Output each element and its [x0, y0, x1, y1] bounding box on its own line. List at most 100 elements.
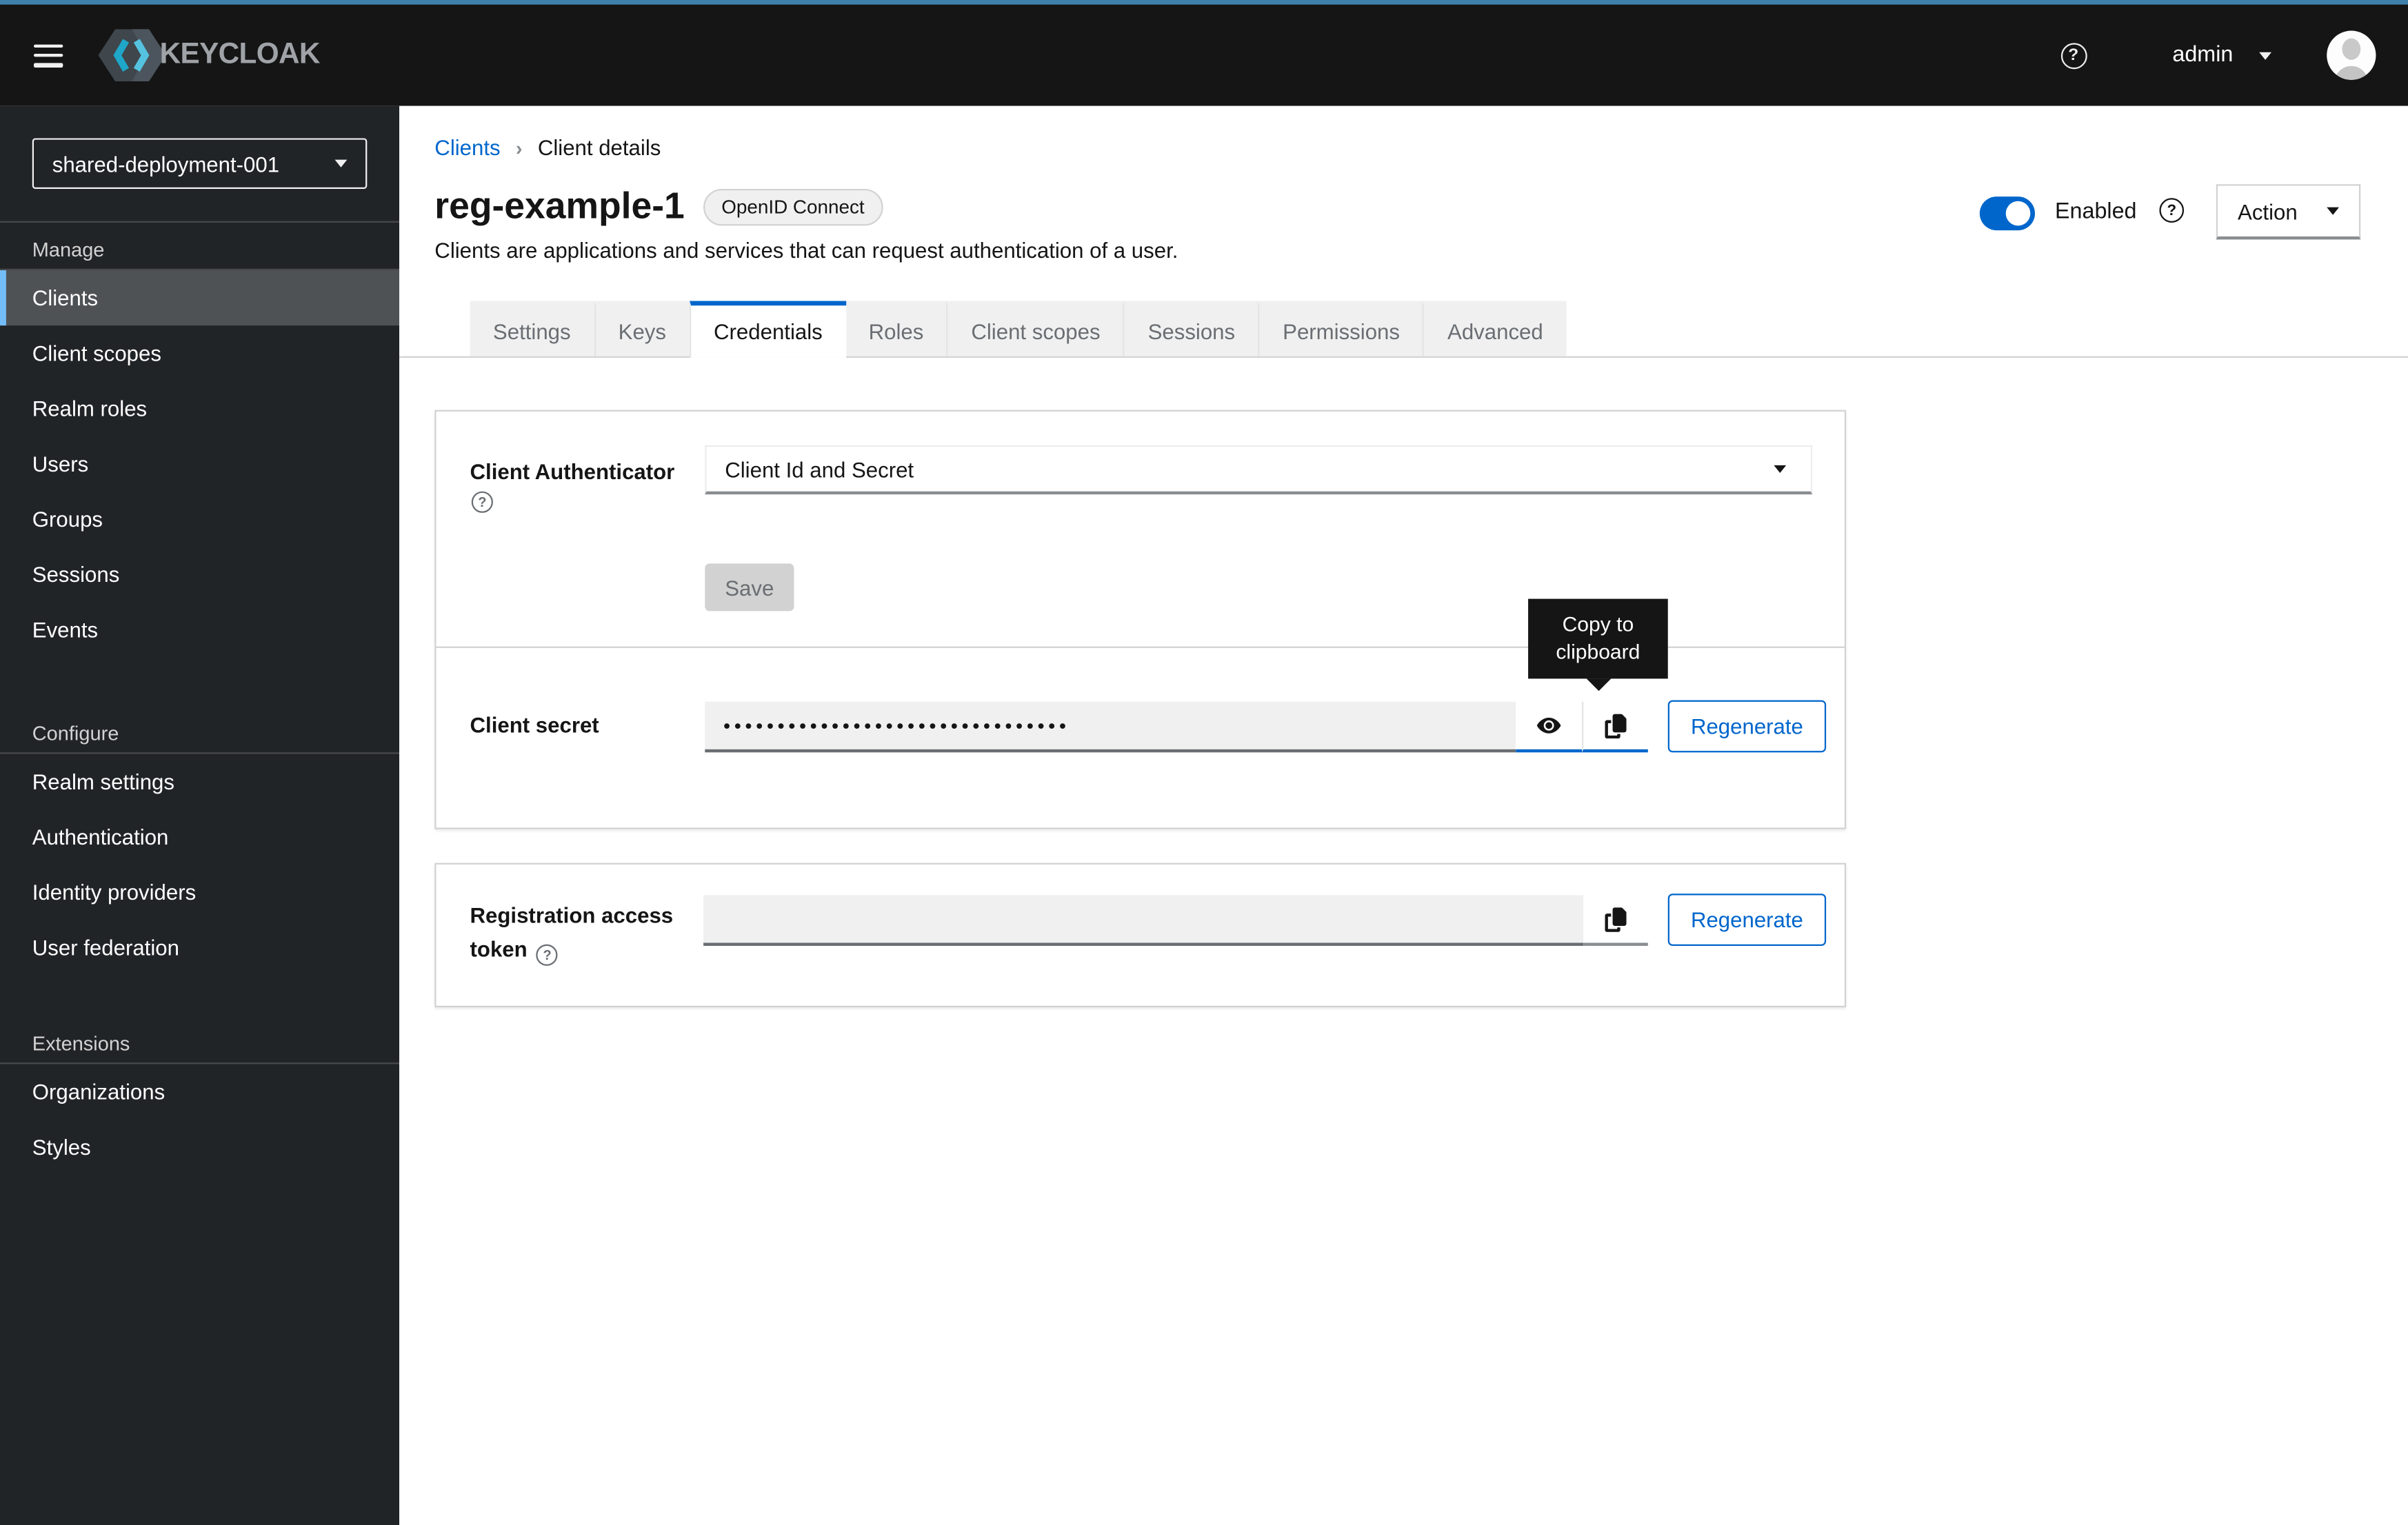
tab-label: Keys [619, 319, 666, 343]
chevron-down-icon [2259, 52, 2271, 59]
tab[interactable]: Roles [845, 301, 947, 356]
nav-list-configure: Realm settings Authentication Identity pro… [0, 754, 399, 976]
avatar-head [2342, 39, 2360, 60]
selected-option: Client Id and Secret [725, 457, 914, 482]
realm-switcher[interactable]: shared-deployment-001 [32, 138, 368, 188]
sidebar-nav-item[interactable]: Client scopes [0, 325, 399, 381]
help-icon[interactable]: ? [2060, 42, 2087, 68]
nav-item-label: Client scopes [32, 341, 161, 365]
main-content: Clients › Client details reg-example-1 O… [399, 106, 2408, 1525]
registration-token-input[interactable] [703, 895, 1583, 945]
nav-section-manage: Manage Clients Client scopes Realm roles Us… [0, 223, 399, 657]
nav-item-label: Users [32, 452, 88, 476]
registration-token-card: Registration access token? Regenerate [434, 863, 1846, 1007]
client-secret-label: Client secret [470, 712, 599, 737]
tab[interactable]: Permissions [1258, 301, 1423, 356]
breadcrumb: Clients › Client details [434, 135, 661, 160]
tab-label: Roles [869, 319, 924, 343]
copy-icon [1605, 714, 1626, 738]
tab-label: Advanced [1447, 319, 1543, 343]
tab[interactable]: Sessions [1123, 301, 1258, 356]
sidebar-nav-item[interactable]: Events [0, 602, 399, 657]
sidebar-nav-item[interactable]: Styles [0, 1120, 399, 1175]
help-icon[interactable]: ? [2159, 198, 2184, 223]
sidebar: shared-deployment-001 Manage ClientsClie… [0, 106, 399, 1525]
nav-item-label: Styles [32, 1135, 91, 1160]
show-secret-button[interactable] [1516, 702, 1582, 752]
sidebar-nav-item[interactable]: Realm roles [0, 381, 399, 436]
nav-item-label: User federation [32, 935, 179, 960]
avatar-body [2334, 66, 2368, 80]
tab[interactable]: Client scopes [947, 301, 1123, 356]
nav-list-manage: Clients Client scopes Realm roles Users Grou… [0, 270, 399, 657]
nav-item-label: Authentication [32, 825, 169, 849]
tab[interactable]: Credentials [689, 301, 845, 358]
help-icon[interactable]: ? [536, 945, 558, 966]
regenerate-token-button[interactable]: Regenerate [1668, 893, 1826, 946]
client-secret-input-group: •••••••••••••••••••••••••••••••• [705, 702, 1648, 752]
nav-section-configure: Configure Realm settingsAuthenticationId… [0, 707, 399, 976]
tab-label: Permissions [1283, 319, 1400, 343]
tab[interactable]: Advanced [1423, 301, 1566, 356]
registration-token-label-text: Registration access token [470, 903, 674, 962]
tab[interactable]: Keys [594, 301, 689, 356]
breadcrumb-current: Client details [538, 135, 661, 160]
sidebar-nav-item[interactable]: Realm settings [0, 754, 399, 809]
copy-icon [1605, 907, 1626, 931]
nav-item-label: Identity providers [32, 880, 196, 905]
avatar[interactable] [2327, 31, 2376, 80]
breadcrumb-clients-link[interactable]: Clients [434, 135, 500, 160]
eye-icon [1536, 712, 1562, 738]
tab-bar: Settings Keys Credentials Roles Client scope… [399, 301, 2408, 358]
page-description: Clients are applications and services th… [434, 238, 1178, 263]
page-title: reg-example-1 [434, 185, 684, 228]
save-button[interactable]: Save [705, 563, 794, 611]
nav-item-label: Events [32, 617, 98, 642]
realm-name: shared-deployment-001 [52, 151, 279, 176]
nav-section-title: Extensions [0, 1016, 399, 1062]
chevron-down-icon [2327, 208, 2339, 215]
page-header: reg-example-1 OpenID Connect [434, 185, 883, 228]
enabled-label: Enabled [2055, 200, 2137, 225]
user-menu[interactable]: admin [2172, 43, 2271, 68]
registration-token-label: Registration access token? [470, 898, 704, 966]
copy-to-clipboard-tooltip: Copy to clipboard [1528, 599, 1668, 679]
client-secret-input[interactable]: •••••••••••••••••••••••••••••••• [705, 702, 1516, 752]
tab-label: Settings [493, 319, 571, 343]
sidebar-nav-item[interactable]: Authentication [0, 809, 399, 865]
nav-item-label: Realm roles [32, 396, 147, 421]
sidebar-nav-item[interactable]: Users [0, 436, 399, 492]
nav-item-label: Organizations [32, 1080, 165, 1104]
nav-item-label: Sessions [32, 562, 120, 587]
client-authenticator-select[interactable]: Client Id and Secret [705, 445, 1812, 494]
sidebar-nav-item[interactable]: Organizations [0, 1064, 399, 1119]
copy-token-button[interactable] [1583, 895, 1648, 945]
tab-label: Sessions [1148, 319, 1236, 343]
tab[interactable]: Settings [470, 301, 594, 356]
sidebar-nav-item[interactable]: User federation [0, 920, 399, 975]
help-icon[interactable]: ? [472, 492, 493, 513]
sidebar-nav-item[interactable]: Identity providers [0, 865, 399, 920]
keycloak-logo: KEYCLOAK [99, 26, 320, 85]
toggle-knob [2006, 201, 2031, 226]
nav-list-extensions: Organizations Styles [0, 1064, 399, 1174]
protocol-badge: OpenID Connect [703, 189, 883, 225]
copy-secret-button[interactable] [1582, 702, 1648, 752]
masthead-toolbar: ? admin [2060, 31, 2408, 80]
sidebar-nav-item[interactable]: Groups [0, 492, 399, 547]
action-dropdown[interactable]: Action [2216, 184, 2360, 239]
chevron-down-icon [1774, 465, 1786, 473]
nav-toggle-icon[interactable] [34, 43, 65, 66]
action-dropdown-label: Action [2238, 199, 2298, 223]
regenerate-secret-button[interactable]: Regenerate [1668, 700, 1826, 753]
nav-item-label: Groups [32, 507, 103, 532]
sidebar-nav-item[interactable]: Clients [0, 270, 399, 325]
nav-section-title: Manage [0, 223, 399, 269]
enabled-toggle[interactable] [1980, 196, 2035, 230]
keycloak-logo-icon [99, 26, 166, 85]
masthead: KEYCLOAK ? admin [0, 0, 2408, 106]
brand-text: KEYCLOAK [160, 39, 320, 72]
username: admin [2172, 43, 2233, 68]
tab-label: Client scopes [971, 319, 1100, 343]
sidebar-nav-item[interactable]: Sessions [0, 547, 399, 602]
